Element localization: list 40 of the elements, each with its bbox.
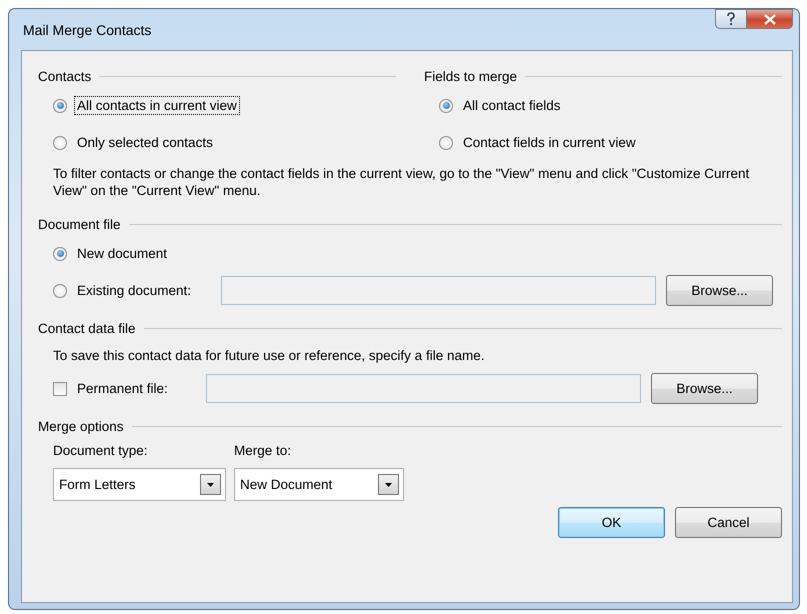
radio-button[interactable] (53, 246, 67, 260)
radio-button[interactable] (53, 284, 67, 298)
field-label: Merge to: (234, 443, 292, 458)
radio-button[interactable] (439, 98, 453, 112)
help-text: To filter contacts or change the contact fields in the current view, go to the "View" menu and click "Customize Current View" on the "Current View" menu. (52, 165, 750, 199)
ok-button[interactable]: OK (558, 507, 665, 538)
option-label[interactable]: All contacts in current view (74, 96, 240, 115)
cancel-button[interactable]: Cancel (675, 507, 782, 538)
close-icon (764, 14, 776, 24)
help-icon (726, 12, 736, 26)
radio-button[interactable] (53, 98, 67, 112)
option-label[interactable]: Contact fields in current view (460, 133, 639, 152)
browse-button[interactable]: Browse... (651, 373, 758, 404)
group-label: Fields to merge (424, 68, 518, 84)
checkbox[interactable] (53, 382, 67, 396)
file-path-field[interactable] (206, 374, 641, 403)
browse-button[interactable]: Browse... (666, 275, 773, 306)
option-label[interactable]: Only selected contacts (74, 133, 216, 152)
group-label: Merge options (38, 418, 124, 434)
help-text: To save this contact data for future use or reference, specify a file name. (52, 347, 486, 364)
option-label[interactable]: Existing document: (74, 281, 194, 300)
dropdown[interactable]: Form Letters (53, 468, 226, 501)
window-title: Mail Merge Contacts (22, 22, 152, 38)
option-label[interactable]: New document (74, 244, 170, 263)
group-label: Contact data file (38, 320, 136, 336)
group-label: Contacts (38, 68, 92, 84)
radio-button[interactable] (439, 136, 453, 150)
dropdown[interactable]: New Document (234, 468, 404, 501)
radio-button[interactable] (53, 136, 67, 150)
dropdown-value: New Document (240, 477, 332, 492)
file-path-field[interactable] (221, 276, 656, 305)
group-label: Document file (38, 216, 121, 232)
option-label[interactable]: Permanent file: (74, 379, 171, 398)
help-button[interactable] (715, 9, 747, 29)
close-button[interactable] (747, 9, 793, 29)
field-label: Document type: (53, 443, 149, 458)
option-label[interactable]: All contact fields (460, 96, 564, 115)
dropdown-arrow-icon (385, 482, 392, 486)
dropdown-arrow-icon (207, 482, 214, 486)
dropdown-value: Form Letters (59, 477, 136, 492)
